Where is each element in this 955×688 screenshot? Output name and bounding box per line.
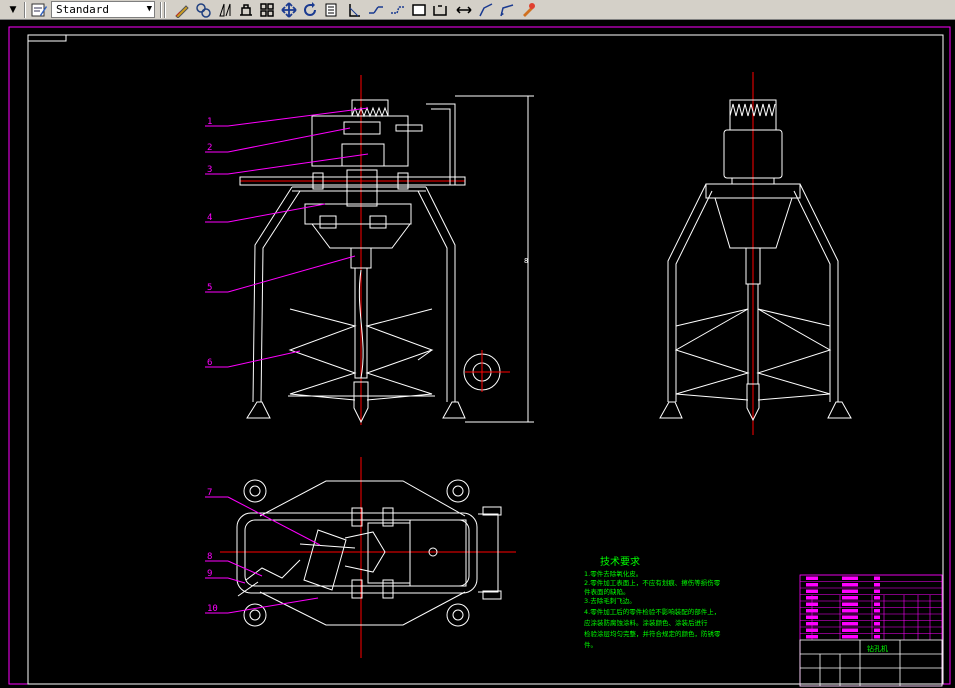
leader-button[interactable] bbox=[476, 1, 496, 19]
leader-label-2: 2 bbox=[207, 143, 212, 153]
leader-label-3: 3 bbox=[207, 165, 212, 175]
dimension-aligned-button[interactable] bbox=[193, 1, 213, 19]
bom-cell-text bbox=[842, 622, 858, 626]
bom-cell-text bbox=[842, 589, 858, 593]
leader-icon bbox=[478, 3, 492, 17]
dimension-ordinate-icon bbox=[239, 4, 252, 16]
dimension-edit-icon bbox=[523, 3, 536, 17]
tech-req-line: 检验涂层均匀完整，并符合规定的颜色，防锈零 bbox=[584, 629, 721, 638]
bom-cell-text bbox=[842, 635, 858, 639]
bom-cell-text bbox=[806, 583, 818, 587]
toolbar-separator bbox=[160, 2, 162, 18]
bom-cell-text bbox=[874, 602, 880, 606]
text-style-icon[interactable] bbox=[31, 2, 47, 18]
bom-cell-text bbox=[874, 635, 880, 639]
side-view bbox=[659, 72, 852, 435]
rotate-button[interactable] bbox=[300, 1, 320, 19]
dimension-break-icon bbox=[369, 6, 384, 14]
move-icon bbox=[280, 2, 297, 18]
drawing-frame bbox=[27, 34, 944, 685]
bom-cell-text bbox=[874, 589, 880, 593]
dimension-continue-button[interactable] bbox=[454, 1, 474, 19]
title-block-name: 钻孔机 bbox=[867, 644, 888, 653]
tech-req-line: 件。 bbox=[584, 640, 597, 649]
bom-cell-text bbox=[842, 609, 858, 613]
text-style-value: Standard bbox=[56, 3, 109, 16]
dimension-box-button[interactable] bbox=[409, 1, 429, 19]
dimension-aligned-icon bbox=[196, 3, 212, 18]
dimension-grid-button[interactable] bbox=[257, 1, 277, 19]
tech-req-line: 3.去除毛刺飞边。 bbox=[584, 596, 636, 605]
dimension-height-label: 8 bbox=[524, 257, 528, 265]
dimension-break-button[interactable] bbox=[366, 1, 386, 19]
bom-cell-text bbox=[874, 609, 880, 613]
leader-label-6: 6 bbox=[207, 358, 212, 368]
move-button[interactable] bbox=[279, 1, 299, 19]
dimension-ordinate-button[interactable] bbox=[236, 1, 256, 19]
leader-label-7: 7 bbox=[207, 488, 212, 498]
bom-cell-text bbox=[874, 615, 880, 619]
bom-cell-text bbox=[842, 596, 858, 600]
dimension-grid-icon bbox=[260, 3, 274, 17]
dimension-arc-icon bbox=[218, 3, 231, 17]
front-view bbox=[239, 75, 534, 425]
bom-cell-text bbox=[874, 628, 880, 632]
dimension-toolbar: ▼ Standard ▼ bbox=[0, 0, 955, 20]
tolerance-icon bbox=[325, 3, 337, 17]
tech-req-title: 技术要求 bbox=[600, 555, 640, 568]
dimension-box-icon bbox=[412, 4, 426, 16]
quick-leader-button[interactable] bbox=[497, 1, 517, 19]
bom-cell-text bbox=[874, 622, 880, 626]
tech-req-line: 4.零件加工后的零件检验不影响装配的部件上， bbox=[584, 607, 720, 616]
tech-req-line: 1.零件去除氧化皮。 bbox=[584, 569, 642, 578]
toolbar-separator bbox=[24, 2, 26, 18]
toolbar-dropdown-arrow-icon[interactable]: ▼ bbox=[6, 3, 20, 17]
toolbar-separator bbox=[164, 2, 166, 18]
bom-cell-text bbox=[874, 596, 880, 600]
dimension-baseline-icon bbox=[433, 5, 448, 16]
leader-label-8: 8 bbox=[207, 552, 212, 562]
leader-label-4: 4 bbox=[207, 213, 212, 223]
tolerance-button[interactable] bbox=[321, 1, 341, 19]
bom-cell-text bbox=[874, 583, 880, 587]
chevron-down-icon: ▼ bbox=[146, 4, 152, 14]
dimension-edit-button[interactable] bbox=[518, 1, 538, 19]
dimension-continue-icon bbox=[456, 6, 472, 14]
tech-req-line: 件表面的缺陷。 bbox=[584, 587, 630, 596]
bom-cell-text bbox=[842, 583, 858, 587]
dimension-angular-button[interactable] bbox=[345, 1, 365, 19]
text-style-select[interactable]: Standard ▼ bbox=[51, 1, 155, 18]
drawing-canvas[interactable]: 8 1 2 3 4 5 6 7 8 9 10 技术要求 1.零件去除氧化皮。 2… bbox=[0, 20, 955, 688]
bom-cell-text bbox=[842, 576, 858, 580]
frame-corner-box bbox=[27, 34, 67, 42]
bom-cell-text bbox=[806, 576, 818, 580]
bom-cell-text bbox=[842, 615, 858, 619]
tech-req-line: 应涂装防腐蚀涂料。涂装颜色、涂装后进行 bbox=[584, 618, 708, 627]
tech-req-line: 2.零件加工表面上，不应有划痕、擦伤等损伤零 bbox=[584, 578, 721, 587]
dimension-jog-button[interactable] bbox=[388, 1, 408, 19]
bom-cell-text bbox=[874, 576, 880, 580]
leader-label-5: 5 bbox=[207, 283, 212, 293]
leader-label-10: 10 bbox=[207, 604, 218, 614]
quick-leader-icon bbox=[500, 4, 514, 17]
dimension-angular-icon bbox=[349, 4, 361, 17]
leader-label-9: 9 bbox=[207, 569, 212, 579]
bom-cell-text bbox=[806, 589, 818, 593]
dimension-baseline-button[interactable] bbox=[430, 1, 450, 19]
dimension-linear-icon bbox=[175, 5, 189, 18]
top-view bbox=[220, 457, 516, 658]
technical-requirements: 技术要求 1.零件去除氧化皮。 2.零件加工表面上，不应有划痕、擦伤等损伤零 件… bbox=[584, 555, 721, 649]
dimension-jog-icon bbox=[390, 6, 405, 14]
bom-cell-text bbox=[842, 602, 858, 606]
rotate-icon bbox=[303, 2, 316, 16]
dimension-arc-button[interactable] bbox=[215, 1, 235, 19]
bom-cell-text bbox=[842, 628, 858, 632]
front-leaders bbox=[205, 107, 369, 368]
title-block bbox=[799, 574, 943, 687]
dimension-linear-button[interactable] bbox=[172, 1, 192, 19]
leader-label-1: 1 bbox=[207, 117, 212, 127]
